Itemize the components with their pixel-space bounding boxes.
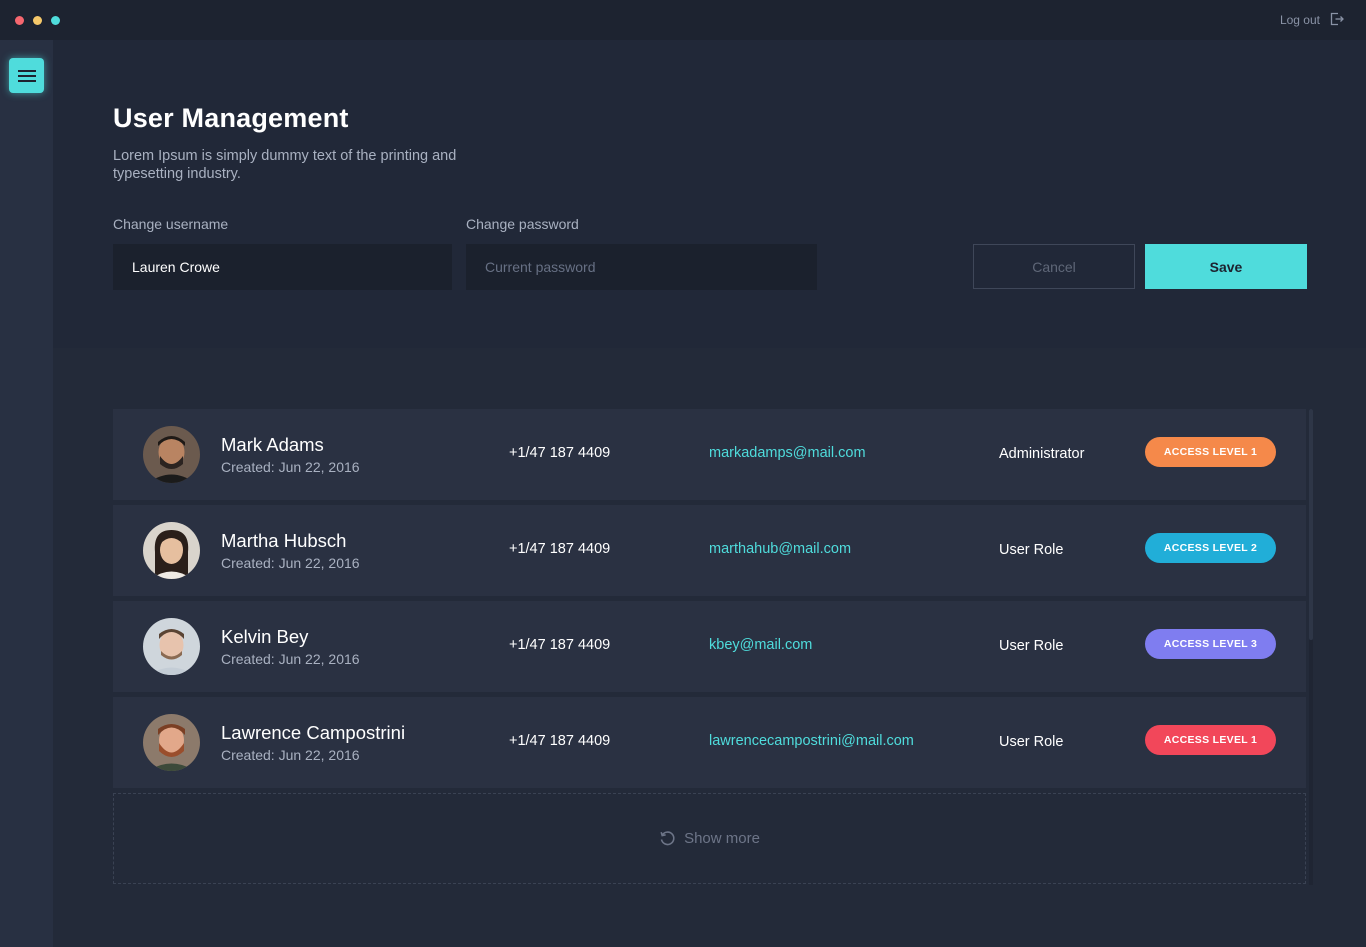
created-label: Created: [221,747,275,763]
user-phone: +1/47 187 4409 [509,541,611,557]
avatar [143,618,200,675]
user-role: User Role [999,542,1064,558]
access-level-badge[interactable]: ACCESS LEVEL 2 [1145,533,1276,563]
user-email[interactable]: markadamps@mail.com [709,445,866,461]
menu-button[interactable] [9,58,44,93]
save-button[interactable]: Save [1145,244,1307,289]
created-date: Jun 22, 2016 [278,747,360,763]
created-label: Created: [221,555,275,571]
user-phone: +1/47 187 4409 [509,637,611,653]
hamburger-icon [17,69,36,82]
cancel-button[interactable]: Cancel [973,244,1135,289]
page-title: User Management [113,103,349,133]
list-scrollbar[interactable] [1309,409,1313,885]
user-email[interactable]: marthahub@mail.com [709,541,851,557]
user-created: Created: Jun 22, 2016 [221,651,360,667]
sidebar [0,40,53,947]
user-role: Administrator [999,446,1085,462]
user-created: Created: Jun 22, 2016 [221,459,360,475]
user-email[interactable]: lawrencecampostrini@mail.com [709,733,914,749]
logout-icon [1330,12,1344,29]
password-label: Change password [466,216,579,232]
created-date: Jun 22, 2016 [278,555,360,571]
close-window-dot[interactable] [15,16,24,25]
user-role: User Role [999,638,1064,654]
created-label: Created: [221,651,275,667]
access-level-badge[interactable]: ACCESS LEVEL 3 [1145,629,1276,659]
user-name: Martha Hubsch [221,530,347,551]
user-created: Created: Jun 22, 2016 [221,555,360,571]
created-label: Created: [221,459,275,475]
avatar [143,426,200,483]
user-name: Lawrence Campostrini [221,722,406,743]
created-date: Jun 22, 2016 [278,651,360,667]
created-date: Jun 22, 2016 [278,459,360,475]
settings-panel: User Management Lorem Ipsum is simply du… [53,40,1366,348]
user-phone: +1/47 187 4409 [509,445,611,461]
logout-button[interactable]: Log out [1280,11,1344,29]
user-list: Mark Adams Created: Jun 22, 2016 +1/47 1… [113,409,1306,793]
refresh-icon [660,831,675,846]
minimize-window-dot[interactable] [33,16,42,25]
user-row[interactable]: Martha Hubsch Created: Jun 22, 2016 +1/4… [113,505,1306,596]
maximize-window-dot[interactable] [51,16,60,25]
user-email[interactable]: kbey@mail.com [709,637,812,653]
username-input[interactable] [113,244,452,290]
user-name: Kelvin Bey [221,626,309,647]
show-more-label: Show more [684,830,760,847]
page-description: Lorem Ipsum is simply dummy text of the … [113,148,457,182]
username-label: Change username [113,216,229,232]
user-created: Created: Jun 22, 2016 [221,747,360,763]
access-level-badge[interactable]: ACCESS LEVEL 1 [1145,725,1276,755]
user-role: User Role [999,734,1064,750]
avatar [143,522,200,579]
show-more-button[interactable]: Show more [113,793,1306,884]
scrollbar-thumb[interactable] [1309,409,1313,640]
logout-label: Log out [1279,13,1320,27]
user-phone: +1/47 187 4409 [509,733,611,749]
title-bar: Log out [0,0,1366,40]
user-row[interactable]: Kelvin Bey Created: Jun 22, 2016 +1/47 1… [113,601,1306,692]
access-level-badge[interactable]: ACCESS LEVEL 1 [1145,437,1276,467]
user-row[interactable]: Mark Adams Created: Jun 22, 2016 +1/47 1… [113,409,1306,500]
avatar [143,714,200,771]
user-name: Mark Adams [221,434,324,455]
password-input[interactable] [466,244,817,290]
user-row[interactable]: Lawrence Campostrini Created: Jun 22, 20… [113,697,1306,788]
